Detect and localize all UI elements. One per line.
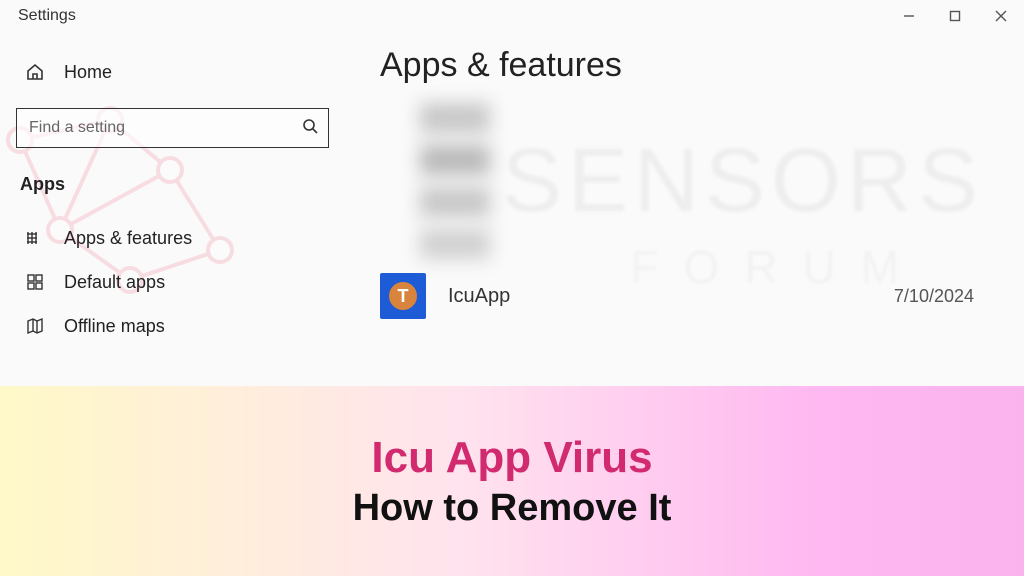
offline-maps-icon <box>24 316 46 336</box>
nav-item-label: Default apps <box>64 272 165 293</box>
nav-apps-features[interactable]: Apps & features <box>16 216 329 260</box>
main-panel: Apps & features T IcuApp 7/10/2024 <box>380 40 1014 319</box>
app-list: T IcuApp 7/10/2024 <box>380 103 1014 319</box>
nav-default-apps[interactable]: Default apps <box>16 260 329 304</box>
nav-home-label: Home <box>64 62 112 83</box>
nav-section-apps: Apps <box>16 162 329 206</box>
app-name: IcuApp <box>448 285 894 308</box>
nav-home[interactable]: Home <box>16 50 329 94</box>
close-button[interactable] <box>978 0 1024 32</box>
nav-section-label: Apps <box>20 174 65 195</box>
home-icon <box>24 62 46 82</box>
app-date: 7/10/2024 <box>894 286 974 307</box>
app-icon-letter: T <box>389 282 417 310</box>
maximize-button[interactable] <box>932 0 978 32</box>
blurred-item <box>420 187 490 217</box>
app-row-icuapp[interactable]: T IcuApp 7/10/2024 <box>380 273 1014 319</box>
banner-title: Icu App Virus <box>371 433 652 483</box>
blurred-item <box>420 229 490 259</box>
apps-features-icon <box>24 228 46 248</box>
app-icon: T <box>380 273 426 319</box>
default-apps-icon <box>24 272 46 292</box>
search-icon <box>302 118 318 139</box>
sidebar: Home Find a setting Apps <box>0 40 345 348</box>
window-title: Settings <box>0 7 76 25</box>
search-placeholder: Find a setting <box>29 119 125 137</box>
blurred-item <box>420 103 490 133</box>
nav-item-label: Offline maps <box>64 316 165 337</box>
blurred-item <box>420 145 490 175</box>
nav-offline-maps[interactable]: Offline maps <box>16 304 329 348</box>
banner-subtitle: How to Remove It <box>353 487 672 530</box>
banner: Icu App Virus How to Remove It <box>0 386 1024 576</box>
page-title: Apps & features <box>380 46 1014 85</box>
minimize-button[interactable] <box>886 0 932 32</box>
search-input[interactable]: Find a setting <box>16 108 329 148</box>
nav-item-label: Apps & features <box>64 228 192 249</box>
titlebar: Settings <box>0 0 1024 32</box>
